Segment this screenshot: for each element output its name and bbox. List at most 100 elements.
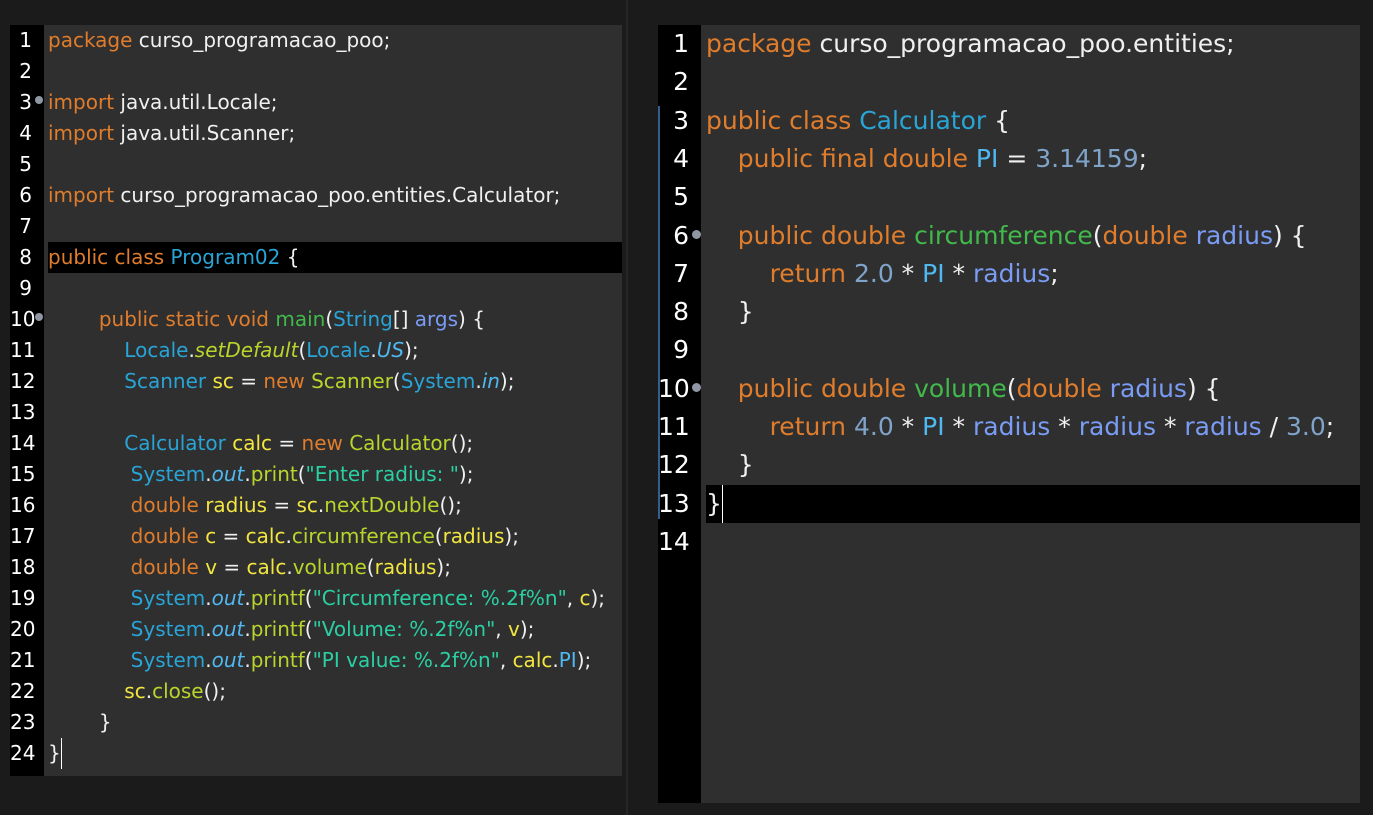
code-line[interactable]: 24}​ <box>10 738 622 769</box>
code-text[interactable]: } <box>48 707 112 738</box>
code-text[interactable]: double radius = sc.nextDouble(); <box>48 490 462 521</box>
code-line[interactable]: 4 import java.util.Scanner; <box>10 118 622 149</box>
code-text[interactable]: System.out.printf("Volume: %.2f%n", v); <box>48 614 535 645</box>
code-line[interactable]: 7 <box>10 211 622 242</box>
code-token: "Volume: %.2f%n" <box>312 617 496 641</box>
code-token: = <box>272 431 302 455</box>
code-token: = <box>267 493 297 517</box>
code-line[interactable]: 23 } <box>10 707 622 738</box>
code-text[interactable]: Locale.setDefault(Locale.US); <box>48 335 419 366</box>
code-text[interactable]: public class Program02 { <box>48 242 622 273</box>
code-line[interactable]: 10 public static void main(String[] args… <box>10 304 622 335</box>
code-line[interactable]: 1 package curso_programacao_poo.entities; <box>658 25 1360 63</box>
code-line[interactable]: 12 Scanner sc = new Scanner(System.in); <box>10 366 622 397</box>
code-token: radius <box>1184 412 1262 441</box>
fold-toggle-icon[interactable] <box>35 313 43 321</box>
code-text[interactable]: public static void main(String[] args) { <box>48 304 485 335</box>
code-token: public final double <box>737 143 976 173</box>
code-token: import <box>48 121 115 145</box>
line-number: 7 <box>673 258 689 288</box>
code-line[interactable]: 16 double radius = sc.nextDouble(); <box>10 490 622 521</box>
line-number: 6 <box>673 220 689 250</box>
code-line[interactable]: 18 double v = calc.volume(radius); <box>10 552 622 583</box>
code-text[interactable]: import java.util.Locale; <box>48 87 278 118</box>
code-line[interactable]: 6 import curso_programacao_poo.entities.C… <box>10 180 622 211</box>
code-line[interactable]: 15 System.out.print("Enter radius: "); <box>10 459 622 490</box>
code-text[interactable]: public double volume(double radius) { <box>706 370 1221 408</box>
code-line[interactable]: 1 package curso_programacao_poo; <box>10 25 622 56</box>
code-text[interactable]: public class Calculator { <box>706 102 1010 140</box>
fold-toggle-icon[interactable] <box>692 229 701 239</box>
code-text[interactable]: import curso_programacao_poo.entities.Ca… <box>48 180 560 211</box>
code-line[interactable]: 9 <box>658 331 1360 369</box>
code-line[interactable]: 11 return 4.0 * PI * radius * radius * r… <box>658 408 1360 446</box>
code-text[interactable]: public double circumference(double radiu… <box>706 217 1307 255</box>
code-token: System <box>130 648 206 672</box>
line-number: 7 <box>19 214 32 238</box>
fold-toggle-icon[interactable] <box>692 382 701 392</box>
code-line[interactable]: 19 System.out.printf("Circumference: %.2… <box>10 583 622 614</box>
code-text[interactable]: System.out.printf("PI value: %.2f%n", ca… <box>48 645 592 676</box>
code-line[interactable]: 3 public class Calculator { <box>658 102 1360 140</box>
code-line[interactable]: 2 <box>658 63 1360 101</box>
code-token: System <box>400 369 476 393</box>
code-text[interactable]: package curso_programacao_poo.entities; <box>706 25 1235 63</box>
code-line[interactable]: 5 <box>10 149 622 180</box>
text-cursor: ​ <box>60 738 63 769</box>
code-text[interactable]: System.out.printf("Circumference: %.2f%n… <box>48 583 605 614</box>
code-line[interactable]: 14 Calculator calc = new Calculator(); <box>10 428 622 459</box>
code-text[interactable]: Scanner sc = new Scanner(System.in); <box>48 366 514 397</box>
code-line[interactable]: 10 public double volume(double radius) { <box>658 370 1360 408</box>
code-line[interactable]: 4 public final double PI = 3.14159; <box>658 140 1360 178</box>
code-line[interactable]: 22 sc.close(); <box>10 676 622 707</box>
code-line[interactable]: 11 Locale.setDefault(Locale.US); <box>10 335 622 366</box>
code-token: in <box>481 369 500 393</box>
code-line[interactable]: 7 return 2.0 * PI * radius; <box>658 255 1360 293</box>
code-line[interactable]: 2 <box>10 56 622 87</box>
fold-toggle-icon[interactable] <box>35 96 43 104</box>
code-token: radius <box>1109 373 1187 403</box>
code-token: = <box>217 555 247 579</box>
code-text[interactable]: }​ <box>48 738 63 769</box>
code-token: ); <box>404 338 419 362</box>
code-token: "Circumference: %.2f%n" <box>312 586 567 610</box>
code-token: "PI value: %.2f%n" <box>312 648 500 672</box>
code-text[interactable]: sc.close(); <box>48 676 226 707</box>
code-text[interactable]: return 2.0 * PI * radius; <box>706 255 1059 293</box>
code-text[interactable]: import java.util.Scanner; <box>48 118 295 149</box>
code-text[interactable]: double c = calc.circumference(radius); <box>48 521 519 552</box>
code-token: } <box>706 488 722 518</box>
code-line[interactable]: 14 <box>658 523 1360 561</box>
code-line[interactable]: 9 <box>10 273 622 304</box>
code-line[interactable]: 3 import java.util.Locale; <box>10 87 622 118</box>
code-line[interactable]: 13 <box>10 397 622 428</box>
pane-divider[interactable] <box>626 0 628 815</box>
code-line[interactable]: 17 double c = calc.circumference(radius)… <box>10 521 622 552</box>
code-line[interactable]: 6 public double circumference(double rad… <box>658 217 1360 255</box>
code-text[interactable]: }​ <box>706 484 1360 523</box>
code-text[interactable]: public final double PI = 3.14159; <box>706 140 1147 178</box>
code-text[interactable]: return 4.0 * PI * radius * radius * radi… <box>706 408 1335 446</box>
right-code-editor[interactable]: 1 package curso_programacao_poo.entities;… <box>658 25 1360 803</box>
code-token: import <box>48 183 115 207</box>
code-token: args <box>414 307 459 331</box>
code-text[interactable]: Calculator calc = new Calculator(); <box>48 428 473 459</box>
code-line[interactable]: 13}​ <box>658 484 1360 523</box>
code-line[interactable]: 5 <box>658 178 1360 216</box>
code-token: } <box>48 710 112 734</box>
code-text[interactable]: } <box>706 446 754 484</box>
code-token: { <box>986 105 1010 135</box>
code-text[interactable]: package curso_programacao_poo; <box>48 25 390 56</box>
code-line[interactable]: 21 System.out.printf("PI value: %.2f%n",… <box>10 645 622 676</box>
code-line[interactable]: 12 } <box>658 446 1360 484</box>
left-code-editor[interactable]: 1 package curso_programacao_poo; 2 3 import … <box>10 25 622 776</box>
code-text[interactable]: System.out.print("Enter radius: "); <box>48 459 474 490</box>
code-text[interactable]: } <box>706 293 754 331</box>
code-line[interactable]: 8 public class Program02 { <box>10 242 622 273</box>
code-text[interactable]: double v = calc.volume(radius); <box>48 552 451 583</box>
code-token: PI <box>922 258 945 288</box>
code-line[interactable]: 8 } <box>658 293 1360 331</box>
code-line[interactable]: 20 System.out.printf("Volume: %.2f%n", v… <box>10 614 622 645</box>
